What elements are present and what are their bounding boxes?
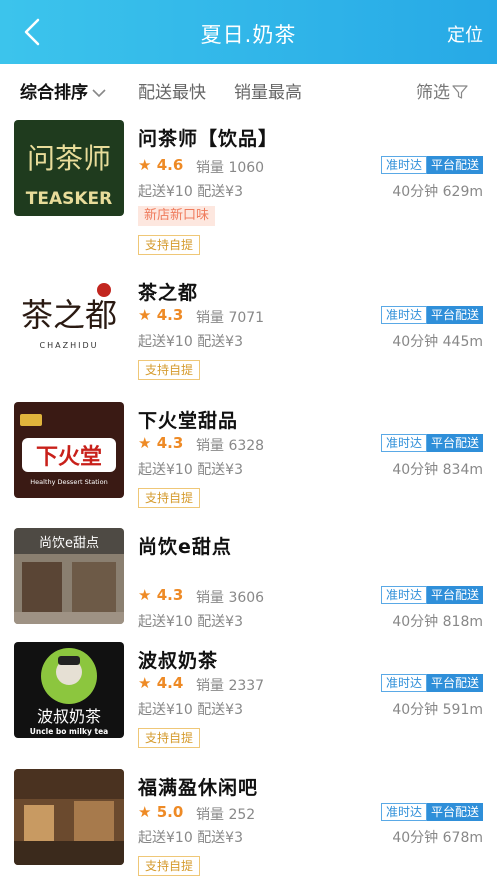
- pickup-tag: 支持自提: [138, 728, 201, 748]
- shop-logo: 下火堂 Healthy Dessert Station: [14, 402, 124, 498]
- delivery-badges: 准时达 平台配送: [380, 306, 483, 324]
- filter-bar: 综合排序 配送最快 销量最高 筛选: [0, 64, 497, 114]
- shop-name: 尚饮e甜点: [138, 536, 232, 558]
- logo-text: 尚饮e甜点: [39, 535, 99, 551]
- pickup-tag: 支持自提: [138, 235, 201, 255]
- shop-item[interactable]: 尚饮e甜点 尚饮e甜点 ★ 4.3 销量 3606 准时达 平台配送 起送¥10 …: [0, 528, 497, 638]
- logo-subtext: Uncle bo milky tea: [30, 727, 108, 736]
- shop-name: 问茶师【饮品】: [138, 128, 279, 150]
- platform-badge: 平台配送: [426, 434, 483, 452]
- fastest-delivery-tab[interactable]: 配送最快: [138, 78, 206, 103]
- delivery-badges: 准时达 平台配送: [380, 674, 483, 692]
- pickup-tag: 支持自提: [138, 360, 201, 380]
- promo-tag: 新店新口味: [138, 206, 216, 226]
- sales-count: 销量 2337: [196, 678, 265, 694]
- time-distance: 40分钟 818m: [392, 614, 483, 630]
- fee-info: 起送¥10 配送¥3: [138, 184, 244, 200]
- chevron-down-icon: [92, 89, 106, 98]
- shop-logo: [14, 769, 124, 865]
- logo-subtext: Healthy Dessert Station: [30, 478, 107, 486]
- shop-name: 茶之都: [138, 282, 199, 304]
- fee-info: 起送¥10 配送¥3: [138, 462, 244, 478]
- star-icon: ★: [138, 434, 152, 452]
- platform-badge: 平台配送: [426, 803, 483, 821]
- fee-info: 起送¥10 配送¥3: [138, 702, 244, 718]
- pickup-tag: 支持自提: [138, 856, 201, 876]
- platform-badge: 平台配送: [426, 306, 483, 324]
- time-distance: 40分钟 445m: [392, 334, 483, 350]
- shop-item[interactable]: 波叔奶茶 Uncle bo milky tea 波叔奶茶 ★ 4.4 销量 23…: [0, 642, 497, 752]
- time-distance: 40分钟 591m: [392, 702, 483, 718]
- shop-item[interactable]: 问茶师 TEASKER 问茶师【饮品】 ★ 4.6 销量 1060 准时达 平台配…: [0, 118, 497, 258]
- rating: ★ 4.3: [138, 586, 184, 604]
- time-distance: 40分钟 834m: [392, 462, 483, 478]
- logo-text: 下火堂: [36, 445, 102, 470]
- star-icon: ★: [138, 586, 152, 604]
- fee-info: 起送¥10 配送¥3: [138, 334, 244, 350]
- rating: ★ 4.3: [138, 306, 184, 324]
- time-distance: 40分钟 629m: [392, 184, 483, 200]
- ontime-badge: 准时达: [380, 586, 427, 604]
- top-sales-tab[interactable]: 销量最高: [234, 78, 302, 103]
- star-icon: ★: [138, 674, 152, 692]
- platform-badge: 平台配送: [426, 156, 483, 174]
- sales-count: 销量 252: [196, 807, 256, 823]
- sort-dropdown[interactable]: 综合排序: [20, 78, 106, 103]
- shop-name: 波叔奶茶: [138, 650, 219, 672]
- page-title: 夏日.奶茶: [200, 23, 297, 47]
- sort-label: 综合排序: [20, 83, 88, 103]
- rating: ★ 4.6: [138, 156, 184, 174]
- top-bar: 夏日.奶茶 定位: [0, 0, 497, 64]
- rating: ★ 4.3: [138, 434, 184, 452]
- filter-button[interactable]: 筛选: [416, 78, 468, 103]
- locate-button[interactable]: 定位: [447, 21, 483, 47]
- shop-name: 福满盈休闲吧: [138, 777, 259, 799]
- shop-item[interactable]: 茶之都 CHAZHIDU 茶之都 ★ 4.3 销量 7071 准时达 平台配送 起…: [0, 274, 497, 384]
- sales-count: 销量 7071: [196, 310, 265, 326]
- logo-text: 问茶师: [27, 142, 111, 175]
- sales-count: 销量 3606: [196, 590, 265, 606]
- ontime-badge: 准时达: [380, 674, 427, 692]
- logo-subtext: TEASKER: [26, 189, 113, 209]
- star-icon: ★: [138, 803, 152, 821]
- shop-item[interactable]: 下火堂 Healthy Dessert Station 下火堂甜品 ★ 4.3 …: [0, 402, 497, 512]
- ontime-badge: 准时达: [380, 156, 427, 174]
- delivery-badges: 准时达 平台配送: [380, 434, 483, 452]
- ontime-badge: 准时达: [380, 434, 427, 452]
- filter-label: 筛选: [416, 83, 450, 103]
- rating: ★ 5.0: [138, 803, 184, 821]
- delivery-badges: 准时达 平台配送: [380, 803, 483, 821]
- funnel-icon: [452, 85, 468, 99]
- pickup-tag: 支持自提: [138, 488, 201, 508]
- platform-badge: 平台配送: [426, 674, 483, 692]
- fee-info: 起送¥10 配送¥3: [138, 830, 244, 846]
- shop-logo: 茶之都 CHAZHIDU: [14, 274, 124, 370]
- shop-name: 下火堂甜品: [138, 410, 239, 432]
- logo-text: 波叔奶茶: [37, 707, 101, 726]
- shop-item[interactable]: 福满盈休闲吧 ★ 5.0 销量 252 准时达 平台配送 起送¥10 配送¥3 4…: [0, 769, 497, 883]
- sales-count: 销量 1060: [196, 160, 265, 176]
- delivery-badges: 准时达 平台配送: [380, 586, 483, 604]
- fee-info: 起送¥10 配送¥3: [138, 614, 244, 630]
- shop-logo: 波叔奶茶 Uncle bo milky tea: [14, 642, 124, 738]
- ontime-badge: 准时达: [380, 803, 427, 821]
- shop-logo: 尚饮e甜点: [14, 528, 124, 624]
- star-icon: ★: [138, 156, 152, 174]
- sales-count: 销量 6328: [196, 438, 265, 454]
- logo-text: 茶之都: [21, 296, 117, 334]
- star-icon: ★: [138, 306, 152, 324]
- platform-badge: 平台配送: [426, 586, 483, 604]
- logo-subtext: CHAZHIDU: [40, 341, 99, 350]
- delivery-badges: 准时达 平台配送: [380, 156, 483, 174]
- shop-logo: 问茶师 TEASKER: [14, 120, 124, 216]
- ontime-badge: 准时达: [380, 306, 427, 324]
- rating: ★ 4.4: [138, 674, 184, 692]
- time-distance: 40分钟 678m: [392, 830, 483, 846]
